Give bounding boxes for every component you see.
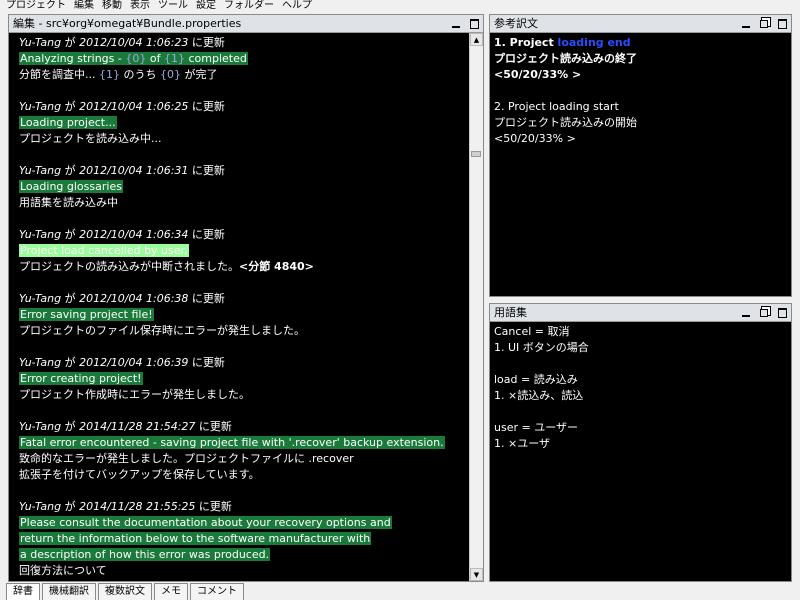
scroll-down-arrow-icon[interactable]: ▼ xyxy=(470,568,483,581)
glossary-pane: 用語集 Cancel = 取消 1. UI ボタンの場合 load = 読み込み… xyxy=(489,303,792,582)
glossary-line: 1. ×読込み、読込 xyxy=(494,389,584,402)
glossary-line: 1. UI ボタンの場合 xyxy=(494,341,589,354)
glossary-line xyxy=(494,356,791,372)
source-text: Loading glossaries xyxy=(19,180,123,193)
menu-bar: プロジェクト 編集 移動 表示 ツール 設定 フォルダー ヘルプ xyxy=(0,0,800,12)
segment-number: <分節 4840> xyxy=(239,260,314,273)
glossary-line: Cancel = 取消 xyxy=(494,325,570,338)
menu-help[interactable]: ヘルプ xyxy=(282,0,312,12)
menu-view[interactable]: 表示 xyxy=(130,0,150,12)
source-text: Fatal error encountered - saving project… xyxy=(19,436,445,449)
glossary-line: load = 読み込み xyxy=(494,373,578,386)
active-target-input[interactable]: プロジェクトの読み込みが中断されました。<分節 4840> xyxy=(19,259,469,275)
active-source-text: Project load cancelled by user. xyxy=(19,244,189,257)
target-text: プロジェクトを読み込み中... xyxy=(19,132,162,145)
minimize-icon[interactable] xyxy=(741,15,751,33)
maximize-icon[interactable] xyxy=(469,15,479,33)
tab-machine-translation[interactable]: 機械翻訳 xyxy=(42,583,96,600)
editor-pane-header: 編集 - src¥org¥omegat¥Bundle.properties xyxy=(9,15,483,33)
maximize-icon[interactable] xyxy=(777,304,787,322)
segment-meta: Yu-Tang が 2012/10/04 1:06:25 に更新 xyxy=(19,100,225,113)
source-text: Analyzing strings - {0} of {1} completed xyxy=(19,52,248,65)
segment-entry[interactable]: Yu-Tang が 2012/10/04 1:06:25 に更新 Loading… xyxy=(19,99,469,147)
glossary-line: user = ユーザー xyxy=(494,421,578,434)
segment-meta: Yu-Tang が 2014/11/28 21:55:25 に更新 xyxy=(19,500,232,513)
undock-icon[interactable] xyxy=(759,304,769,322)
reference-pane: 参考訳文 1. Project loading end プロジェクト読み込みの終… xyxy=(489,14,792,297)
segment-meta: Yu-Tang が 2012/10/04 1:06:34 に更新 xyxy=(19,228,225,241)
target-text: 分節を調査中... {1} のうち {0} が完了 xyxy=(19,68,218,81)
segment-meta: Yu-Tang が 2012/10/04 1:06:23 に更新 xyxy=(19,36,225,49)
segment-entry[interactable]: Yu-Tang が 2012/10/04 1:06:23 に更新 Analyzi… xyxy=(19,35,469,83)
target-text: プロジェクト作成時にエラーが発生しました。 xyxy=(19,388,250,401)
editor-pane: 編集 - src¥org¥omegat¥Bundle.properties Yu… xyxy=(8,14,484,582)
menu-goto[interactable]: 移動 xyxy=(102,0,122,12)
segment-entry[interactable]: Yu-Tang が 2012/10/04 1:06:31 に更新 Loading… xyxy=(19,163,469,211)
segment-meta: Yu-Tang が 2014/11/28 21:54:27 に更新 xyxy=(19,420,232,433)
menu-project[interactable]: プロジェクト xyxy=(6,0,66,12)
glossary-content[interactable]: Cancel = 取消 1. UI ボタンの場合 load = 読み込み 1. … xyxy=(490,322,791,581)
active-segment-entry[interactable]: Yu-Tang が 2012/10/04 1:06:34 に更新 Project… xyxy=(19,227,469,275)
segment-entry[interactable]: Yu-Tang が 2012/10/04 1:06:38 に更新 Error s… xyxy=(19,291,469,339)
minimize-icon[interactable] xyxy=(741,304,751,322)
menu-options[interactable]: 設定 xyxy=(196,0,216,12)
target-text: 拡張子を付けてバックアップを保存しています。 xyxy=(19,468,260,481)
menu-edit[interactable]: 編集 xyxy=(74,0,94,12)
menu-folders[interactable]: フォルダー xyxy=(224,0,274,12)
source-text: Please consult the documentation about y… xyxy=(19,516,392,529)
tab-notes[interactable]: メモ xyxy=(154,583,188,600)
tab-dictionary[interactable]: 辞書 xyxy=(6,583,40,600)
menu-tools[interactable]: ツール xyxy=(158,0,188,12)
undock-icon[interactable] xyxy=(759,15,769,33)
source-text: Error creating project! xyxy=(19,372,143,385)
editor-title: 編集 - src¥org¥omegat¥Bundle.properties xyxy=(13,17,242,30)
segment-entry[interactable]: Yu-Tang が 2014/11/28 21:54:27 に更新 Fatal … xyxy=(19,419,469,483)
maximize-icon[interactable] xyxy=(777,15,787,33)
scroll-up-arrow-icon[interactable]: ▲ xyxy=(470,33,483,46)
reference-content[interactable]: 1. Project loading end プロジェクト読み込みの終了 <50… xyxy=(490,33,791,296)
reference-pane-header: 参考訳文 xyxy=(490,15,791,33)
minimize-icon[interactable] xyxy=(451,15,461,33)
segment-meta: Yu-Tang が 2012/10/04 1:06:31 に更新 xyxy=(19,164,225,177)
match-1[interactable]: 1. Project loading end プロジェクト読み込みの終了 <50… xyxy=(494,35,791,83)
segment-meta: Yu-Tang が 2012/10/04 1:06:39 に更新 xyxy=(19,356,225,369)
bottom-tab-bar: 辞書 機械翻訳 複数訳文 メモ コメント xyxy=(0,583,800,600)
segment-entry[interactable]: Yu-Tang が 2012/10/04 1:06:39 に更新 Error c… xyxy=(19,355,469,403)
glossary-title: 用語集 xyxy=(494,306,527,319)
reference-title: 参考訳文 xyxy=(494,17,538,30)
tab-comments[interactable]: コメント xyxy=(190,583,244,600)
editor-scrollbar[interactable]: ▲ ▼ xyxy=(469,33,483,581)
source-text: Error saving project file! xyxy=(19,308,154,321)
source-text: return the information below to the soft… xyxy=(19,532,372,545)
segment-meta: Yu-Tang が 2012/10/04 1:06:38 に更新 xyxy=(19,292,225,305)
target-text: 致命的なエラーが発生しました。プロジェクトファイルに .recover xyxy=(19,452,354,465)
glossary-pane-header: 用語集 xyxy=(490,304,791,322)
glossary-line xyxy=(494,404,791,420)
match-2[interactable]: 2. Project loading start プロジェクト読み込みの開始 <… xyxy=(494,99,791,147)
target-text: 用語集を読み込み中 xyxy=(19,196,118,209)
scroll-thumb[interactable] xyxy=(471,151,481,157)
source-text: a description of how this error was prod… xyxy=(19,548,271,561)
editor-content[interactable]: Yu-Tang が 2012/10/04 1:06:23 に更新 Analyzi… xyxy=(9,33,469,581)
segment-entry[interactable]: Yu-Tang が 2014/11/28 21:55:25 に更新 Please… xyxy=(19,499,469,579)
source-text: Loading project... xyxy=(19,116,117,129)
target-text: 回復方法について xyxy=(19,564,107,577)
glossary-line: 1. ×ユーザ xyxy=(494,437,550,450)
tab-multiple-translations[interactable]: 複数訳文 xyxy=(98,583,152,600)
target-text: プロジェクトのファイル保存時にエラーが発生しました。 xyxy=(19,324,305,337)
